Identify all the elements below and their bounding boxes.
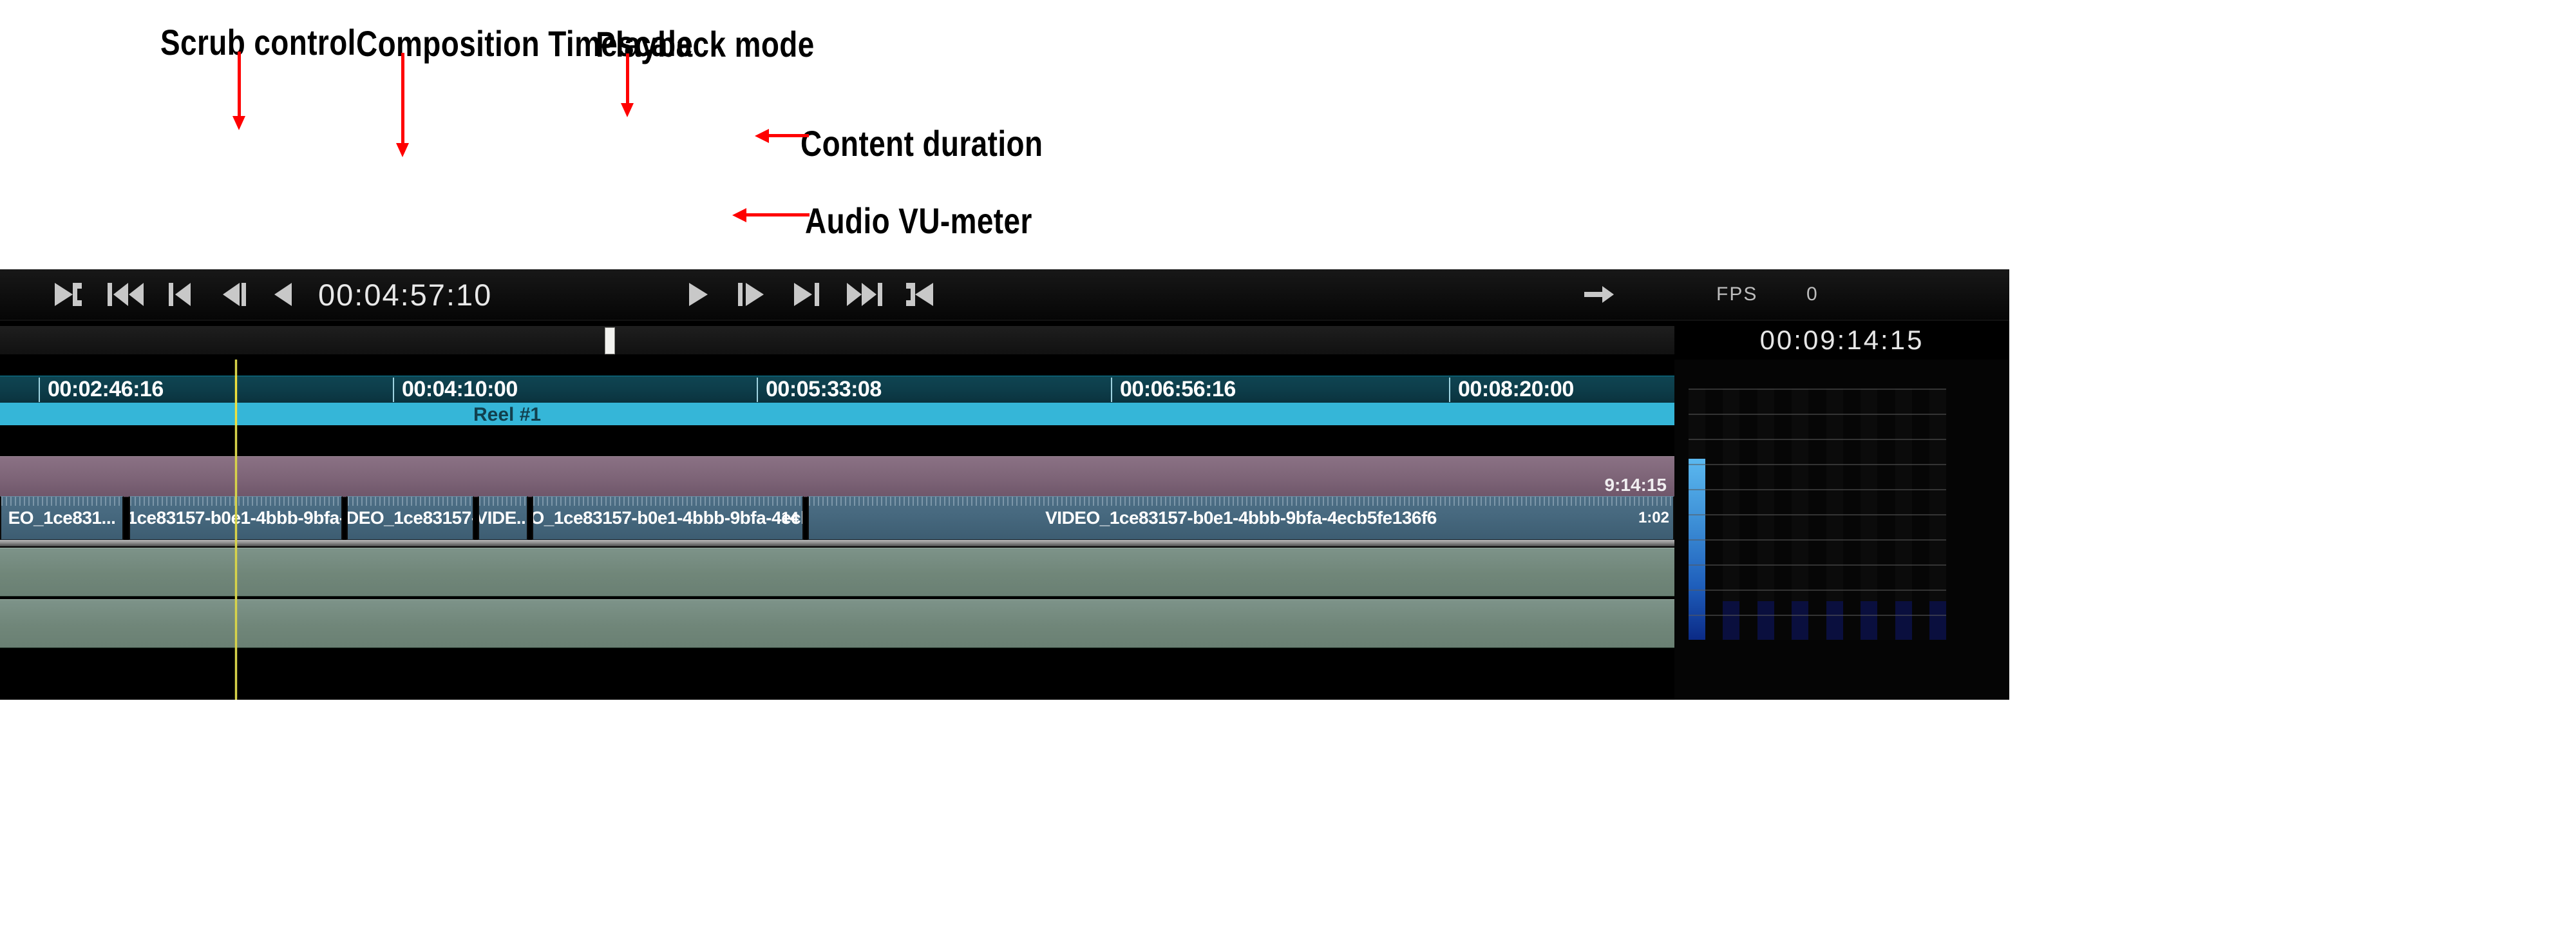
vu-scale-line xyxy=(1689,414,1946,415)
content-duration-display: 00:09:14:15 xyxy=(1759,325,1924,355)
composition-timescale[interactable]: 00:02:46:16 00:04:10:00 00:05:33:08 00:0… xyxy=(0,376,1674,405)
track-separator xyxy=(0,540,1674,546)
tick-mark xyxy=(39,378,40,402)
vu-scale-line xyxy=(1689,389,1946,390)
master-clip-timecode: 9:14:15 xyxy=(1604,475,1667,495)
clip-name: VIDEO_1ce83157-b0e1-4bbb-9bfa-4ecb5fe136… xyxy=(1045,508,1437,528)
vu-channel-base xyxy=(1929,601,1946,640)
video-clip[interactable]: EO_1ce831... xyxy=(0,496,124,540)
playback-mode-button[interactable] xyxy=(1580,269,1620,320)
play-reverse-button[interactable] xyxy=(265,269,301,320)
audio-meter-panel xyxy=(1674,360,2009,700)
vu-scale-line xyxy=(1689,564,1946,566)
vu-channel-base xyxy=(1757,601,1774,640)
transport-bar-background xyxy=(0,269,2009,320)
current-timecode-display[interactable]: 00:04:57:10 xyxy=(318,269,492,320)
annotation-audio-vu-meter: Audio VU-meter xyxy=(805,200,1032,241)
annotation-content-duration: Content duration xyxy=(800,123,1043,164)
fps-label: FPS xyxy=(1716,283,1758,305)
rewind-to-start-button[interactable] xyxy=(103,269,149,320)
vu-scale-line xyxy=(1689,489,1946,490)
vu-scale-line xyxy=(1689,514,1946,515)
tick-label: 00:05:33:08 xyxy=(766,377,882,401)
play-to-out-button[interactable] xyxy=(48,269,87,320)
tick-label: 00:08:20:00 xyxy=(1458,377,1574,401)
reel-band[interactable]: Reel #1 xyxy=(0,403,1674,425)
waveform-overlay xyxy=(809,497,1673,506)
vu-scale-line xyxy=(1689,539,1946,541)
tick-mark xyxy=(757,378,758,402)
tick-mark xyxy=(1111,378,1112,402)
video-clip[interactable]: VIDE... xyxy=(478,496,528,540)
video-editor-timeline-window: 00:04:57:10 FPS 0 00:09:14:15 00:02:46:1… xyxy=(0,269,2009,700)
go-to-end-button[interactable] xyxy=(900,269,940,320)
clip-timecode: 1:02 xyxy=(1638,509,1669,526)
waveform-overlay xyxy=(533,497,802,506)
video-clip[interactable]: VIDEO_1ce83157-b0e1-4bbb-9bfa-4ecb5fe136… xyxy=(808,496,1674,540)
tick-label: 00:06:56:16 xyxy=(1120,377,1236,401)
play-head-ruler-marker[interactable] xyxy=(235,376,237,425)
vu-channel-base xyxy=(1792,601,1808,640)
vu-scale-line xyxy=(1689,615,1946,616)
tick-label: 00:04:10:00 xyxy=(402,377,518,401)
audio-track-2[interactable] xyxy=(0,599,1674,648)
video-clip[interactable]: VIDEO_1ce83157-... xyxy=(346,496,474,540)
clip-name: EO_1ce831... xyxy=(8,508,116,528)
vu-channel-base xyxy=(1895,601,1912,640)
vu-channel-base xyxy=(1861,601,1877,640)
fast-forward-button[interactable] xyxy=(840,269,889,320)
tick-mark xyxy=(1449,378,1450,402)
video-clip-track: EO_1ce831... VIDEO_1ce83157-b0e1-4bbb-9b… xyxy=(0,496,1674,540)
waveform-overlay xyxy=(348,497,473,506)
audio-vu-meter[interactable] xyxy=(1689,389,1946,640)
play-from-in-button[interactable] xyxy=(732,269,772,320)
play-button[interactable] xyxy=(679,269,717,320)
video-clip[interactable]: VIDEO_1ce83157-b0e1-4bbb-9bfa-4ecb5fe9 :… xyxy=(532,496,804,540)
play-to-mark-right-button[interactable] xyxy=(787,269,827,320)
vu-scale-line xyxy=(1689,464,1946,465)
transport-bar: 00:04:57:10 FPS 0 xyxy=(0,269,2009,321)
scrub-row: 00:09:14:15 xyxy=(0,321,2009,360)
previous-edit-button[interactable] xyxy=(163,269,202,320)
waveform-overlay xyxy=(479,497,527,506)
tick-mark xyxy=(393,378,394,402)
composition-timeline[interactable]: 00:02:46:16 00:04:10:00 00:05:33:08 00:0… xyxy=(0,360,1674,700)
audio-track-1[interactable] xyxy=(0,548,1674,597)
clip-timecode: :14 xyxy=(776,509,799,526)
scrub-handle[interactable] xyxy=(605,327,615,354)
reel-label: Reel #1 xyxy=(473,404,542,425)
vu-scale-line xyxy=(1689,590,1946,591)
clip-name: VIDE... xyxy=(478,508,528,528)
waveform-overlay xyxy=(1,497,122,506)
clip-name: VIDEO_1ce83157-... xyxy=(346,508,473,528)
step-back-button[interactable] xyxy=(214,269,253,320)
tick-label: 00:02:46:16 xyxy=(48,377,164,401)
vu-channel-level xyxy=(1689,459,1705,640)
master-clip-track[interactable]: 9:14:15 xyxy=(0,456,1674,497)
clip-name: VIDEO_1ce83157-b0e1-4bbb-9bfa-4ecb5fe9 xyxy=(532,508,802,528)
vu-channel-base xyxy=(1826,601,1843,640)
annotation-scrub-control: Scrub control xyxy=(160,22,356,62)
vu-channel-base xyxy=(1723,601,1739,640)
vu-scale-line xyxy=(1689,439,1946,440)
scrub-control[interactable] xyxy=(0,326,1674,354)
fps-value: 0 xyxy=(1806,283,1817,305)
